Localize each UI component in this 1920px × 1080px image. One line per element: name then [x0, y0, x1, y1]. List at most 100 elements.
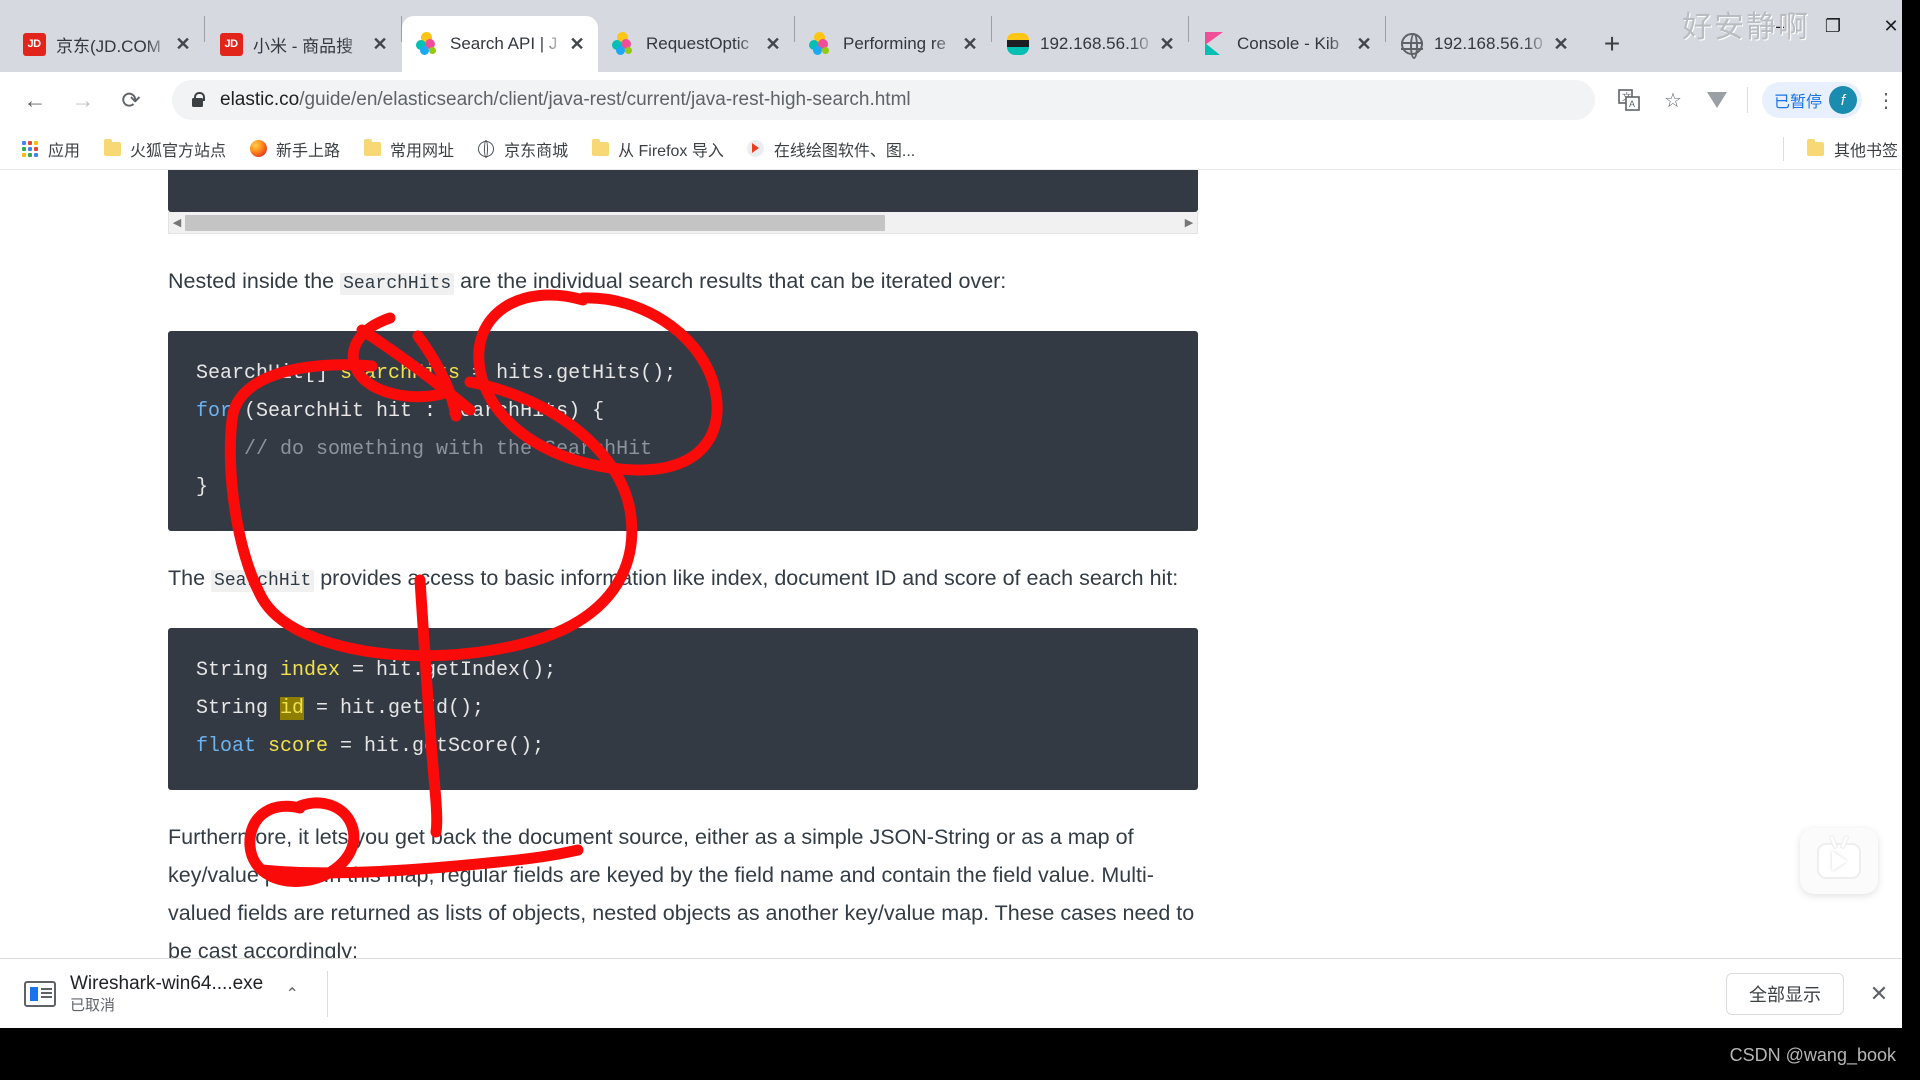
download-file-name: Wireshark-win64....exe	[70, 972, 264, 994]
globe-icon	[1400, 32, 1424, 59]
folder-icon	[590, 138, 610, 156]
file-icon	[24, 980, 56, 1007]
browser-tab-6[interactable]: 192.168.56.10 ✕	[992, 16, 1188, 72]
download-status: 已取消	[70, 996, 116, 1014]
close-icon[interactable]: ✕	[566, 33, 588, 55]
browser-tab-5[interactable]: Performing re ✕	[795, 16, 991, 72]
paragraph-nested-inside: Nested inside the SearchHits are the ind…	[168, 262, 1198, 303]
close-icon[interactable]: ✕	[1550, 33, 1572, 55]
kibana-icon	[1203, 32, 1227, 56]
close-icon[interactable]: ✕	[1353, 33, 1375, 55]
browser-menu-icon[interactable]: ⋮	[1866, 80, 1906, 120]
code-block-clipped-above	[168, 170, 1198, 212]
bookmark-item-firefox-site[interactable]: 火狐官方站点	[92, 133, 236, 165]
bookmark-item-jd-mall[interactable]: 京东商城	[466, 133, 578, 165]
code-horizontal-scrollbar[interactable]: ◀ ▶	[168, 212, 1198, 234]
tab-title: 京东(JD.COM	[56, 36, 161, 56]
url-text: elastic.co/guide/en/elasticsearch/client…	[220, 89, 911, 111]
download-shelf: Wireshark-win64....exe 已取消 ⌃ 全部显示 ✕	[0, 958, 1920, 1028]
chevron-up-icon[interactable]: ⌃	[275, 977, 309, 1011]
tab-title: Console - Kib	[1237, 34, 1340, 53]
bookmark-item-getting-started[interactable]: 新手上路	[238, 133, 350, 165]
download-text: Wireshark-win64....exe 已取消	[70, 972, 263, 1016]
folder-icon	[1806, 138, 1826, 156]
code-var: searchHits	[340, 362, 461, 385]
browser-tab-8[interactable]: 192.168.56.10 ✕	[1386, 16, 1582, 72]
tab-title: 小米 - 商品搜	[253, 36, 354, 56]
inline-code-searchhits: SearchHits	[340, 273, 455, 295]
shelf-separator	[327, 970, 329, 1017]
svg-text:A: A	[1629, 99, 1635, 109]
browser-tab-4[interactable]: RequestOptic ✕	[598, 16, 794, 72]
scroll-left-icon[interactable]: ◀	[169, 216, 185, 229]
paragraph-text: are the individual search results that c…	[454, 269, 1007, 293]
back-icon[interactable]: ←	[14, 79, 56, 121]
close-icon[interactable]: ✕	[1156, 33, 1178, 55]
bottom-black-band: CSDN @wang_book	[0, 1028, 1920, 1080]
video-play-badge[interactable]	[1800, 828, 1878, 894]
reload-icon[interactable]: ⟳	[110, 79, 152, 121]
bookmarks-separator	[1782, 136, 1784, 161]
bookmark-item-common-sites[interactable]: 常用网址	[352, 133, 464, 165]
page-viewport: ◀ ▶ Nested inside the SearchHits are the…	[0, 170, 1920, 1010]
bookmark-label: 其他书签	[1833, 142, 1898, 160]
code-var: id	[280, 697, 305, 720]
bookmarks-bar: 应用 火狐官方站点 新手上路 常用网址 京东商城 从 Firefox 导入 在线…	[0, 128, 1920, 170]
code-rest: = hits.getHits();	[460, 362, 677, 385]
url-path: /guide/en/elasticsearch/client/java-rest…	[299, 89, 911, 110]
scrollbar-track[interactable]	[885, 215, 1181, 231]
close-icon[interactable]: ✕	[959, 33, 981, 55]
tabs-area: JD 京东(JD.COM ✕ JD 小米 - 商品搜 ✕ Search API …	[0, 0, 1634, 72]
profile-pill[interactable]: 已暂停 f	[1761, 82, 1862, 118]
new-tab-button[interactable]: +	[1590, 22, 1634, 66]
avatar[interactable]: f	[1829, 86, 1857, 114]
bookmark-item-online-drawing[interactable]: 在线绘图软件、图...	[736, 133, 925, 165]
url-host: elastic.co	[220, 89, 300, 110]
translate-icon[interactable]: 文 A	[1609, 80, 1649, 120]
paragraph-text: The	[168, 566, 212, 590]
bookmarks-bar-right: 其他书签	[1771, 133, 1910, 165]
code-keyword-for: for	[196, 400, 233, 423]
browser-tab-1[interactable]: JD 京东(JD.COM ✕	[8, 16, 204, 72]
browser-tab-3-active[interactable]: Search API | J ✕	[402, 16, 598, 72]
address-bar[interactable]: elastic.co/guide/en/elasticsearch/client…	[172, 80, 1595, 120]
watermark-csdn: CSDN @wang_book	[1729, 1045, 1896, 1065]
tab-title: 192.168.56.10	[1434, 34, 1543, 53]
bookmark-star-icon[interactable]: ☆	[1653, 80, 1693, 120]
forward-icon[interactable]: →	[62, 79, 104, 121]
paragraph-text: Nested inside the	[168, 269, 341, 293]
close-icon[interactable]: ✕	[172, 33, 194, 55]
close-icon[interactable]: ✕	[762, 33, 784, 55]
close-shelf-icon[interactable]: ✕	[1858, 973, 1900, 1015]
code-close-brace: }	[196, 476, 209, 499]
paragraph-text: provides access to basic information lik…	[314, 566, 1179, 590]
apps-grid-icon	[20, 140, 40, 157]
bookmark-item-firefox-import[interactable]: 从 Firefox 导入	[580, 133, 734, 165]
bookmark-item-other[interactable]: 其他书签	[1796, 133, 1908, 165]
bookmark-label: 火狐官方站点	[130, 142, 227, 160]
bookmark-label: 从 Firefox 导入	[618, 142, 724, 160]
scroll-right-icon[interactable]: ▶	[1181, 216, 1197, 229]
bookmark-label: 应用	[48, 142, 81, 160]
show-all-downloads-button[interactable]: 全部显示	[1726, 972, 1844, 1015]
download-item[interactable]: Wireshark-win64....exe 已取消 ⌃	[14, 967, 319, 1021]
scrollbar-thumb[interactable]	[185, 214, 885, 231]
watermark-top: 好安静啊	[1682, 10, 1810, 45]
browser-tab-7[interactable]: Console - Kib ✕	[1189, 16, 1385, 72]
code-rest: = hit.getId();	[304, 697, 485, 720]
bookmark-label: 常用网址	[390, 142, 455, 160]
documentation-column: ◀ ▶ Nested inside the SearchHits are the…	[168, 170, 1198, 1010]
code-block-hit-accessors[interactable]: String index = hit.getIndex(); String id…	[168, 628, 1198, 790]
inline-code-searchhit: SearchHit	[211, 570, 315, 592]
code-rest: (SearchHit hit : searchHits) {	[232, 400, 605, 423]
bookmark-item-apps[interactable]: 应用	[10, 133, 90, 165]
code-block-search-hits[interactable]: SearchHit[] searchHits = hits.getHits();…	[168, 331, 1198, 531]
maximize-button[interactable]: ❐	[1804, 0, 1862, 52]
browser-window: JD 京东(JD.COM ✕ JD 小米 - 商品搜 ✕ Search API …	[0, 0, 1920, 1080]
bookmark-label: 京东商城	[504, 142, 569, 160]
extension-icon[interactable]	[1697, 80, 1737, 120]
browser-tab-2[interactable]: JD 小米 - 商品搜 ✕	[205, 16, 401, 72]
bookmark-label: 新手上路	[276, 142, 341, 160]
code-rest: = hit.getIndex();	[340, 659, 557, 682]
close-icon[interactable]: ✕	[369, 33, 391, 55]
